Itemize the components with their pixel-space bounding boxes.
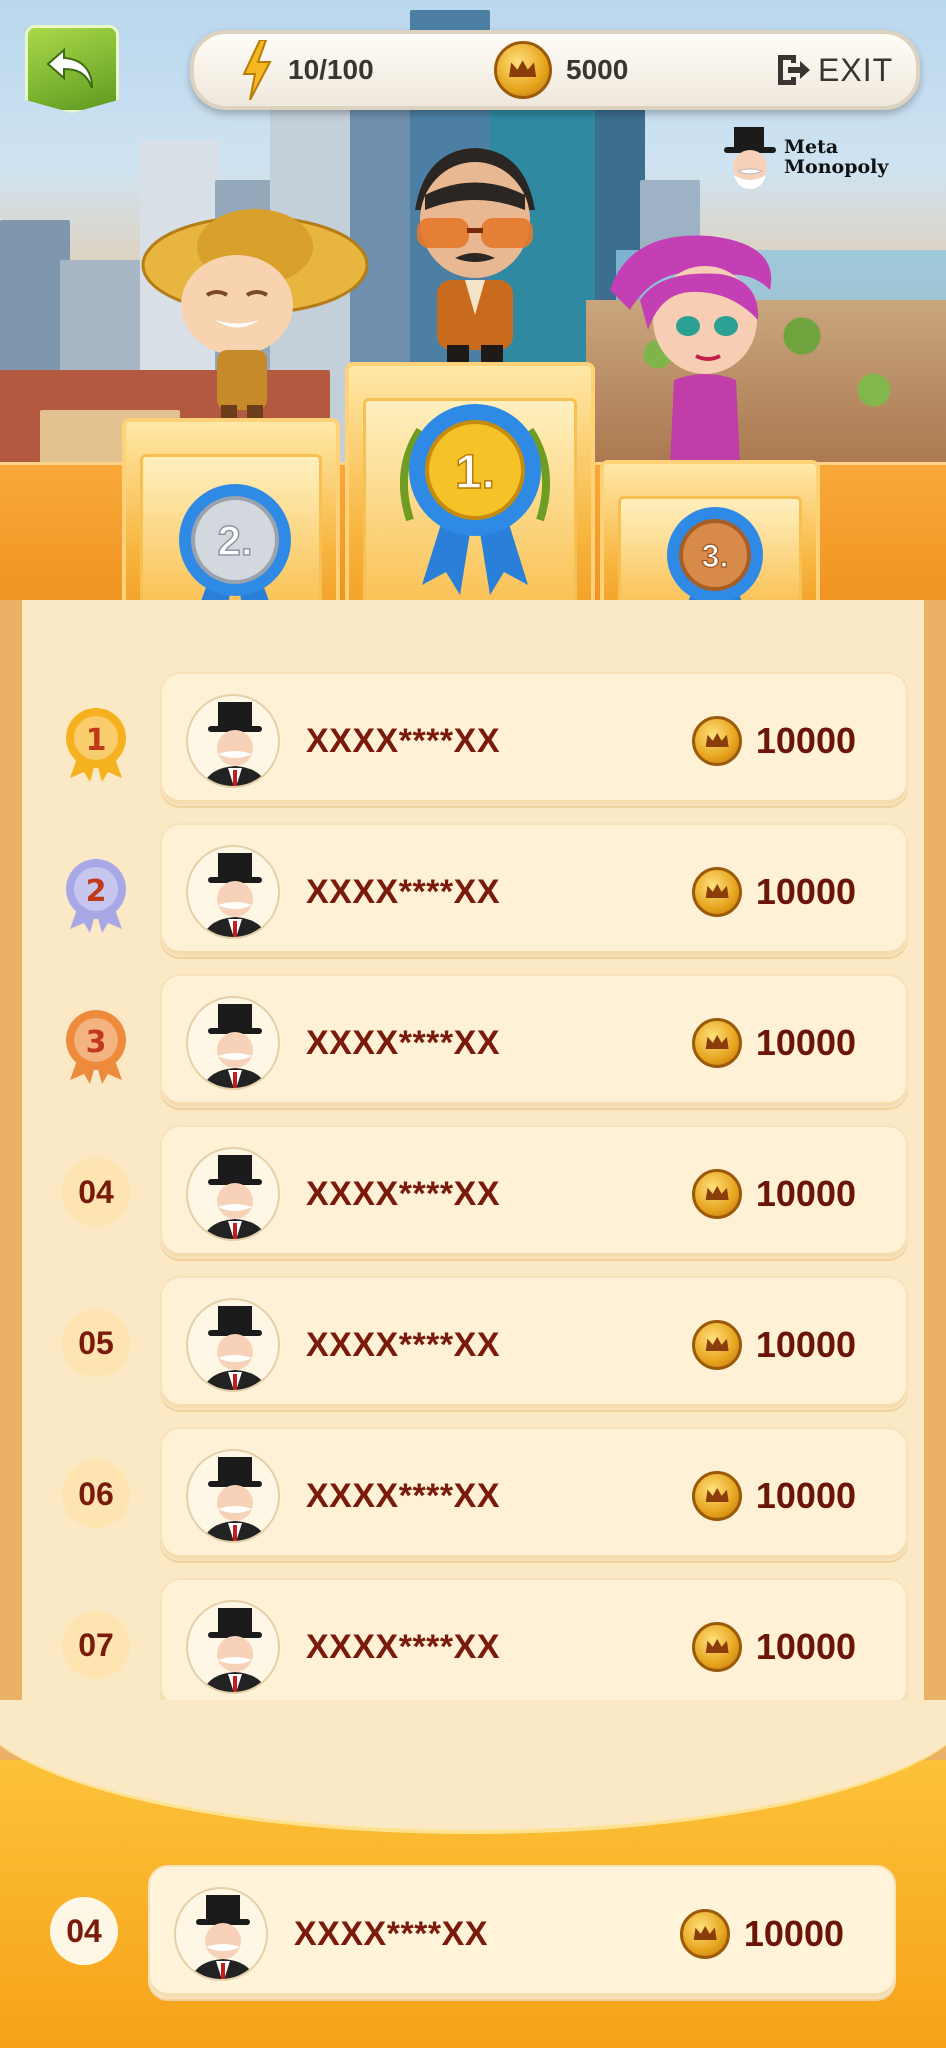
my-entry-row[interactable]: XXXX****XX 10000 xyxy=(148,1865,896,1999)
energy-value: 10/100 xyxy=(288,54,374,85)
second-place-character xyxy=(141,209,369,429)
avatar xyxy=(186,996,280,1090)
exit-icon xyxy=(778,55,810,85)
leaderboard-row[interactable]: XXXX****XX 10000 xyxy=(160,1578,908,1712)
rank-number: 04 xyxy=(62,1158,130,1226)
player-name: XXXX****XX xyxy=(294,1915,488,1953)
rank-medal-icon: 3 xyxy=(62,1008,130,1084)
logo-line-1: Meta xyxy=(784,136,839,158)
rank-number: 3 xyxy=(86,1025,107,1060)
player-score: 10000 xyxy=(755,1626,856,1667)
player-name: XXXX****XX xyxy=(306,1024,500,1062)
rank-medal-icon: 2 xyxy=(62,857,130,933)
rank-number: 1 xyxy=(86,723,107,758)
rank-number: 05 xyxy=(62,1309,130,1377)
crown-coin-icon xyxy=(692,1471,742,1521)
leaderboard-row[interactable]: XXXX****XX 10000 xyxy=(160,1125,908,1259)
monopoly-man-avatar-icon xyxy=(203,853,267,937)
logo-line-2: Monopoly xyxy=(784,156,889,178)
avatar xyxy=(186,694,280,788)
monopoly-man-avatar-icon xyxy=(203,1608,267,1692)
avatar xyxy=(186,1298,280,1392)
crown-coin-icon xyxy=(692,1169,742,1219)
monopoly-man-logo-icon xyxy=(724,127,776,189)
player-name: XXXX****XX xyxy=(306,722,500,760)
avatar xyxy=(186,1147,280,1241)
exit-button[interactable]: EXIT xyxy=(774,34,893,106)
crown-coin-icon xyxy=(692,1622,742,1672)
exit-label: EXIT xyxy=(818,51,894,88)
crown-coin-icon xyxy=(680,1909,730,1959)
rank-number: 07 xyxy=(62,1611,130,1679)
player-score: 10000 xyxy=(755,1475,856,1516)
second-place-number: 2. xyxy=(217,517,252,564)
first-place-ribbon-icon: 1. xyxy=(400,404,550,595)
back-button[interactable] xyxy=(25,25,119,113)
player-name: XXXX****XX xyxy=(306,1326,500,1364)
rank-number: 2 xyxy=(86,874,107,909)
meta-monopoly-logo: Meta Monopoly xyxy=(722,125,888,189)
energy-counter: 10/100 xyxy=(240,34,374,106)
leaderboard-row[interactable]: XXXX****XX 10000 xyxy=(160,823,908,957)
crown-coin-icon xyxy=(494,41,552,99)
first-place-character xyxy=(415,148,535,377)
avatar xyxy=(186,1449,280,1543)
third-place-character xyxy=(610,235,772,465)
player-score: 10000 xyxy=(755,1173,856,1214)
leaderboard-row[interactable]: XXXX****XX 10000 xyxy=(160,672,908,806)
my-rank-number: 04 xyxy=(50,1897,118,1965)
player-score: 10000 xyxy=(755,720,856,761)
coin-value: 5000 xyxy=(566,54,629,85)
leaderboard-row[interactable]: XXXX****XX 10000 xyxy=(160,1427,908,1561)
avatar xyxy=(186,1600,280,1694)
status-bar: 10/100 5000 EXIT xyxy=(190,30,920,110)
player-score: 10000 xyxy=(755,871,856,912)
crown-coin-icon xyxy=(692,1320,742,1370)
player-name: XXXX****XX xyxy=(306,1628,500,1666)
player-name: XXXX****XX xyxy=(306,1175,500,1213)
first-place-number: 1. xyxy=(455,446,495,499)
back-arrow-icon xyxy=(46,47,93,89)
rank-medal-icon: 1 xyxy=(62,706,130,782)
crown-coin-icon xyxy=(692,716,742,766)
lightning-icon xyxy=(242,40,272,100)
monopoly-man-avatar-icon xyxy=(203,702,267,786)
crown-coin-icon xyxy=(692,867,742,917)
monopoly-man-avatar-icon xyxy=(203,1457,267,1541)
leaderboard-row[interactable]: XXXX****XX 10000 xyxy=(160,974,908,1108)
leaderboard-row[interactable]: XXXX****XX 10000 xyxy=(160,1276,908,1410)
third-place-number: 3. xyxy=(702,538,729,574)
rank-number: 06 xyxy=(62,1460,130,1528)
player-name: XXXX****XX xyxy=(306,1477,500,1515)
avatar xyxy=(186,845,280,939)
monopoly-man-avatar-icon xyxy=(191,1895,255,1979)
crown-coin-icon xyxy=(692,1018,742,1068)
player-score: 10000 xyxy=(755,1022,856,1063)
player-score: 10000 xyxy=(755,1324,856,1365)
monopoly-man-avatar-icon xyxy=(203,1306,267,1390)
monopoly-man-avatar-icon xyxy=(203,1155,267,1239)
avatar xyxy=(174,1887,268,1981)
player-score: 10000 xyxy=(743,1913,844,1954)
player-name: XXXX****XX xyxy=(306,873,500,911)
coin-counter: 5000 xyxy=(494,34,628,106)
monopoly-man-avatar-icon xyxy=(203,1004,267,1088)
